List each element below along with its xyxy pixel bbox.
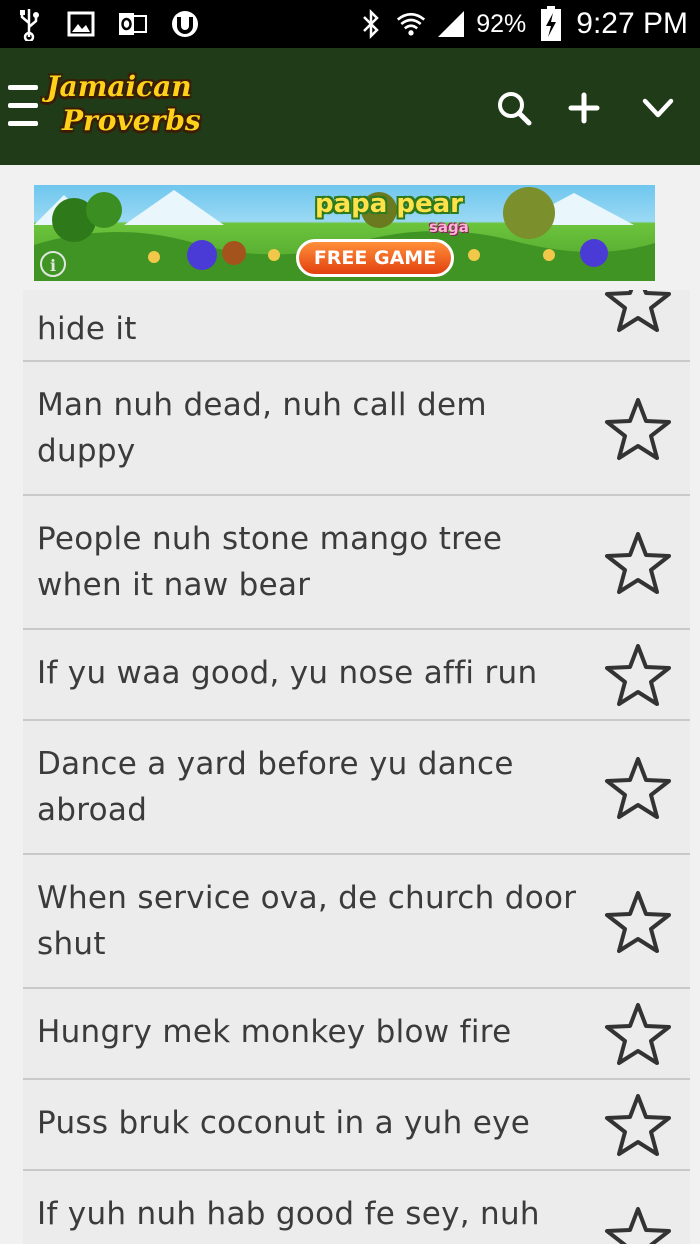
image-icon [66,9,96,39]
star-icon[interactable] [603,1205,673,1244]
proverb-text: Dance a yard before yu dance abroad [37,746,514,828]
proverb-text: hide it [37,311,137,347]
utorrent-icon [170,9,200,39]
star-icon[interactable] [603,290,673,334]
ad-subtitle: saga [429,218,469,236]
list-item[interactable]: hide it [23,290,690,362]
search-icon[interactable] [494,88,534,128]
proverb-list[interactable]: hide it Man nuh dead, nuh call dem duppy… [23,290,690,1244]
proverb-text: If yuh nuh hab good fe sey, nuh [37,1196,540,1232]
list-item[interactable]: People nuh stone mango tree when it naw … [23,496,690,630]
star-icon[interactable] [603,755,673,821]
chevron-down-icon[interactable] [638,88,678,128]
list-item[interactable]: Dance a yard before yu dance abroad [23,721,690,855]
star-icon[interactable] [603,642,673,708]
list-item[interactable]: Man nuh dead, nuh call dem duppy [23,362,690,496]
ad-title: papa pear [315,189,463,219]
list-item[interactable]: Puss bruk coconut in a yuh eye [23,1080,690,1171]
bluetooth-icon [356,8,386,40]
proverb-text: If yu waa good, yu nose affi run [37,655,538,691]
list-item[interactable]: Hungry mek monkey blow fire [23,989,690,1080]
proverb-text: When service ova, de church door shut [37,880,577,962]
logo-line2: Proverbs [62,104,201,137]
ad-free-game-button[interactable]: FREE GAME [296,239,454,277]
app-bar: Jamaican Proverbs [0,48,700,165]
star-icon[interactable] [603,530,673,596]
app-logo: Jamaican Proverbs [44,70,201,142]
star-icon[interactable] [603,1001,673,1067]
signal-icon [436,9,466,39]
ad-info-icon[interactable]: i [40,251,66,277]
clock: 9:27 PM [576,7,688,40]
logo-line1: Jamaican [46,70,192,103]
usb-icon [14,9,44,41]
menu-icon[interactable] [8,85,38,129]
list-item[interactable]: If yuh nuh hab good fe sey, nuh [23,1171,690,1244]
add-icon[interactable] [564,88,604,128]
star-icon[interactable] [603,889,673,955]
proverb-text: People nuh stone mango tree when it naw … [37,521,503,603]
battery-percent: 92% [476,9,527,38]
proverb-text: Man nuh dead, nuh call dem duppy [37,387,487,469]
list-item[interactable]: If yu waa good, yu nose affi run [23,630,690,721]
star-icon[interactable] [603,396,673,462]
list-item[interactable]: When service ova, de church door shut [23,855,690,989]
wifi-icon [396,9,426,39]
status-bar: 92% 9:27 PM [0,0,700,48]
outlook-icon [118,9,148,39]
proverb-text: Puss bruk coconut in a yuh eye [37,1105,531,1141]
star-icon[interactable] [603,1092,673,1158]
ad-banner[interactable]: papa pear saga FREE GAME i [34,185,655,281]
battery-charging-icon [536,6,566,41]
proverb-text: Hungry mek monkey blow fire [37,1014,512,1050]
